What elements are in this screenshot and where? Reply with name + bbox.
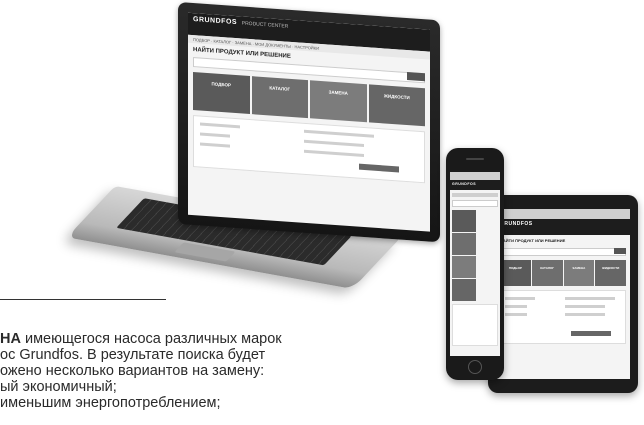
tile-replacement[interactable]: ЗАМЕНА xyxy=(563,260,595,286)
phone-speaker xyxy=(466,158,484,160)
text-line-5: именьшим энергопотреблением; xyxy=(0,395,221,411)
tile-liquids[interactable] xyxy=(452,279,476,301)
phone-screen: GRUNDFOS xyxy=(450,172,500,356)
form-label xyxy=(505,297,535,300)
text-line-2: ос Grundfos. В результате поиска будет xyxy=(0,347,266,363)
home-button[interactable] xyxy=(468,360,482,374)
form-option[interactable] xyxy=(304,149,364,158)
site-header: GRUNDFOS xyxy=(450,180,500,190)
site-title: НАЙТИ ПРОДУКТ ИЛИ РЕШЕНИЕ xyxy=(500,238,566,243)
tile-selection[interactable]: ПОДБОР xyxy=(193,72,250,114)
browser-bar[interactable] xyxy=(496,209,630,219)
laptop-screen-bezel: GRUNDFOS PRODUCT CENTER ПОДБОР · КАТАЛОГ… xyxy=(178,2,440,243)
site-logo-sub: PRODUCT CENTER xyxy=(241,20,289,30)
form-label xyxy=(304,129,374,138)
tile-row: ПОДБОР КАТАЛОГ ЗАМЕНА ЖИДКОСТИ xyxy=(500,260,626,286)
form-field[interactable] xyxy=(505,305,527,308)
form-submit-button[interactable] xyxy=(359,163,399,173)
form-option[interactable] xyxy=(565,313,605,316)
description-text: НА имеющегося насоса различных марок ос … xyxy=(0,331,400,411)
form-field[interactable] xyxy=(200,142,230,148)
laptop-screen: GRUNDFOS PRODUCT CENTER ПОДБОР · КАТАЛОГ… xyxy=(188,12,430,232)
site-logo[interactable]: GRUNDFOS xyxy=(193,16,237,26)
form-field[interactable] xyxy=(200,132,230,138)
text-line-1-bold: НА xyxy=(0,331,21,347)
search-input[interactable] xyxy=(452,200,498,207)
form-option[interactable] xyxy=(304,139,364,148)
selection-form xyxy=(193,115,425,184)
selection-form xyxy=(452,304,498,346)
site-header: GRUNDFOS xyxy=(496,219,630,235)
text-line-1: НА имеющегося насоса различных марок xyxy=(0,331,400,347)
phone-device: GRUNDFOS xyxy=(446,148,504,380)
browser-bar[interactable] xyxy=(450,172,500,180)
tile-liquids[interactable]: ЖИДКОСТИ xyxy=(368,84,425,127)
tile-replacement[interactable] xyxy=(452,256,476,278)
tile-catalog[interactable]: КАТАЛОГ xyxy=(251,76,308,119)
section-divider xyxy=(0,299,166,300)
search-input[interactable] xyxy=(500,248,626,256)
tile-selection[interactable] xyxy=(452,210,476,232)
form-option[interactable] xyxy=(565,305,605,308)
text-line-4: ый экономичный; xyxy=(0,379,117,395)
text-line-3: ожено несколько вариантов на замену: xyxy=(0,363,265,379)
tile-catalog[interactable] xyxy=(452,233,476,255)
search-button[interactable] xyxy=(614,248,626,254)
form-field[interactable] xyxy=(505,313,527,316)
tile-grid xyxy=(452,210,498,301)
form-submit-button[interactable] xyxy=(571,331,611,336)
tile-catalog[interactable]: КАТАЛОГ xyxy=(531,260,563,286)
tile-liquids[interactable]: ЖИДКОСТИ xyxy=(595,260,626,286)
site-title-placeholder xyxy=(452,193,498,197)
tablet-device: GRUNDFOS НАЙТИ ПРОДУКТ ИЛИ РЕШЕНИЕ ПОДБО… xyxy=(488,195,638,393)
selection-form xyxy=(500,290,626,344)
search-button[interactable] xyxy=(407,72,425,82)
tile-replacement[interactable]: ЗАМЕНА xyxy=(310,80,367,123)
tile-selection[interactable]: ПОДБОР xyxy=(500,260,531,286)
text-line-1-rest: имеющегося насоса различных марок xyxy=(20,331,282,347)
tablet-screen: GRUNDFOS НАЙТИ ПРОДУКТ ИЛИ РЕШЕНИЕ ПОДБО… xyxy=(496,209,630,379)
form-label xyxy=(200,122,240,129)
form-label xyxy=(565,297,615,300)
site-logo[interactable]: GRUNDFOS xyxy=(452,182,476,186)
site-logo[interactable]: GRUNDFOS xyxy=(500,221,533,227)
